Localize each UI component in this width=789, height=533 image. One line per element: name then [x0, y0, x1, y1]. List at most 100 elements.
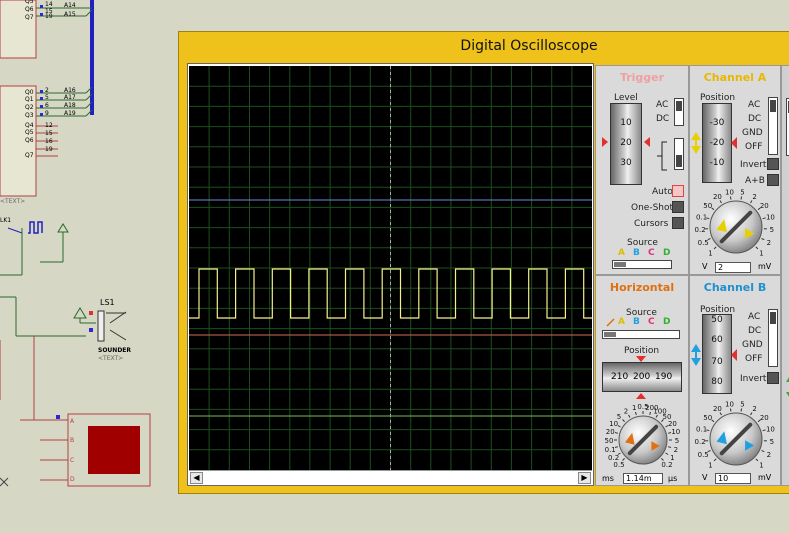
clock-label: LK1: [0, 217, 12, 224]
dial-tick-label: 0.2: [695, 438, 706, 446]
horizontal-position-drum[interactable]: 210 200 190: [602, 362, 682, 392]
channel-b-volts-readout[interactable]: 10: [715, 473, 751, 484]
dial-tick-label: 50: [703, 202, 712, 210]
channel-b-title: Channel B: [703, 281, 767, 294]
dial-tick: [713, 246, 717, 250]
net-number: 5: [45, 94, 49, 101]
chip1-pin-label: Q6: [25, 6, 34, 13]
horizontal-scrollbar[interactable]: ◀ ▶: [189, 470, 592, 485]
dial-tick: [622, 419, 625, 422]
sounder-ref: LS1: [100, 298, 115, 307]
horizontal-position-label: Position: [624, 346, 660, 356]
net-number: 12: [45, 122, 53, 129]
channel-a-ac: AC: [748, 100, 761, 110]
dial-tick-label: 10: [766, 425, 775, 433]
channel-b-gnd: GND: [742, 340, 763, 350]
dial-tick-label: 0.1: [696, 213, 707, 221]
chip1-pin-label: Q7: [25, 14, 34, 21]
channel-a-dc: DC: [748, 114, 762, 124]
matrix-pin: A: [70, 418, 75, 425]
schematic-canvas[interactable]: Q5 Q6 Q7 14 15 19 A14 A15 Q0 Q1 Q2 Q3 Q4…: [0, 0, 178, 533]
chip-text: <TEXT>: [0, 198, 26, 205]
scope-display[interactable]: [189, 66, 592, 470]
horizontal-source-letter: D: [663, 317, 671, 327]
dial-tick-label: 0.2: [661, 461, 672, 469]
dial-tick-label: 1: [708, 250, 712, 258]
scroll-left-button[interactable]: ◀: [190, 472, 203, 484]
dial-tick: [617, 425, 621, 428]
chip2-pin-label: Q6: [25, 137, 34, 144]
scroll-right-button[interactable]: ▶: [578, 472, 591, 484]
horizontal-position-value: 200: [633, 372, 651, 382]
matrix-pin: B: [70, 437, 75, 444]
channel-b-panel: Channel B Position 50 60 70 80 AC DC GND…: [689, 275, 781, 486]
dial-tick-label: 10: [609, 420, 618, 428]
oscilloscope-title: Digital Oscilloscope: [460, 38, 598, 54]
net-number: 14: [45, 1, 53, 8]
channel-a-position-label: Position: [700, 93, 736, 103]
cursors-button[interactable]: [672, 217, 684, 229]
dial-tick: [713, 458, 717, 462]
channel-b-unit-left: V: [702, 473, 708, 482]
channel-b-offset-icon: [691, 344, 737, 366]
dial-tick: [665, 452, 669, 455]
net-label: A15: [64, 11, 76, 18]
channel-b-invert-button[interactable]: [767, 372, 779, 384]
trigger-source-slider[interactable]: [612, 260, 672, 269]
dial-tick-label: 2: [674, 446, 678, 454]
trigger-edge-switch[interactable]: [674, 138, 684, 170]
channel-a-unit-right: mV: [758, 262, 772, 271]
channel-b-coupling-switch[interactable]: [768, 309, 778, 367]
dial-tick: [755, 458, 759, 462]
position-value: -10: [709, 158, 725, 168]
net-number: 19: [45, 146, 53, 153]
dial-tick-label: 10: [725, 401, 734, 409]
dial-tick-label: 0.1: [605, 446, 616, 454]
trigger-coupling-switch[interactable]: [674, 98, 684, 126]
chip2-pin-label: Q2: [25, 104, 34, 111]
dial-tick-label: 5: [740, 401, 744, 409]
one-shot-button[interactable]: [672, 201, 684, 213]
dial-tick-label: 5: [675, 437, 679, 445]
channel-a-coupling-switch[interactable]: [768, 97, 778, 155]
channel-a-title: Channel A: [703, 71, 767, 84]
dial-tick-label: 10: [671, 428, 680, 436]
horizontal-source-slider[interactable]: [602, 330, 680, 339]
trigger-source-letter: D: [663, 248, 671, 258]
trigger-source-letter: C: [648, 248, 655, 258]
horizontal-source-letter: C: [648, 317, 655, 327]
dial-tick-label: 2: [752, 193, 756, 201]
dial-tick-label: 20: [713, 405, 722, 413]
dial-tick: [614, 432, 619, 434]
dial-tick: [649, 411, 651, 416]
horizontal-panel: Horizontal Source A B C D Position 210 2…: [595, 275, 689, 486]
dial-tick-label: 10: [725, 189, 734, 197]
dial-tick: [740, 408, 743, 412]
channel-b-ac: AC: [748, 312, 761, 322]
channel-b-unit-right: mV: [758, 473, 772, 482]
chip2-pin-label: Q5: [25, 129, 34, 136]
dial-tick: [667, 446, 672, 448]
chip2-pin-label: Q3: [25, 112, 34, 119]
channel-b-invert-label: Invert: [740, 374, 767, 384]
channel-a-invert-button[interactable]: [767, 158, 779, 170]
dial-tick: [635, 411, 637, 416]
dial-tick-label: 5: [770, 438, 774, 446]
dial-tick: [755, 246, 759, 250]
dial-tick-label: 5: [617, 413, 621, 421]
trigger-source-label: Source: [627, 238, 658, 248]
dial-tick-label: 0.5: [698, 451, 709, 459]
dial-tick-label: 50: [605, 437, 614, 445]
channel-a-volts-readout[interactable]: 2: [715, 262, 751, 273]
dial-tick-label: 2: [767, 451, 771, 459]
matrix-pin: C: [70, 457, 75, 464]
channel-cd-panel: [781, 65, 789, 486]
auto-button[interactable]: [672, 185, 684, 197]
channel-a-panel: Channel A Position -30 -20 -10 AC DC GND…: [689, 65, 781, 275]
trigger-title: Trigger: [619, 71, 665, 84]
dial-tick-label: 10: [766, 213, 775, 221]
timebase-readout[interactable]: 1.14m: [623, 473, 663, 484]
oscilloscope-window[interactable]: Digital Oscilloscope ◀ ▶ Trigger Level 1…: [178, 31, 789, 494]
dial-tick: [761, 450, 765, 453]
dial-tick-label: 20: [760, 202, 769, 210]
